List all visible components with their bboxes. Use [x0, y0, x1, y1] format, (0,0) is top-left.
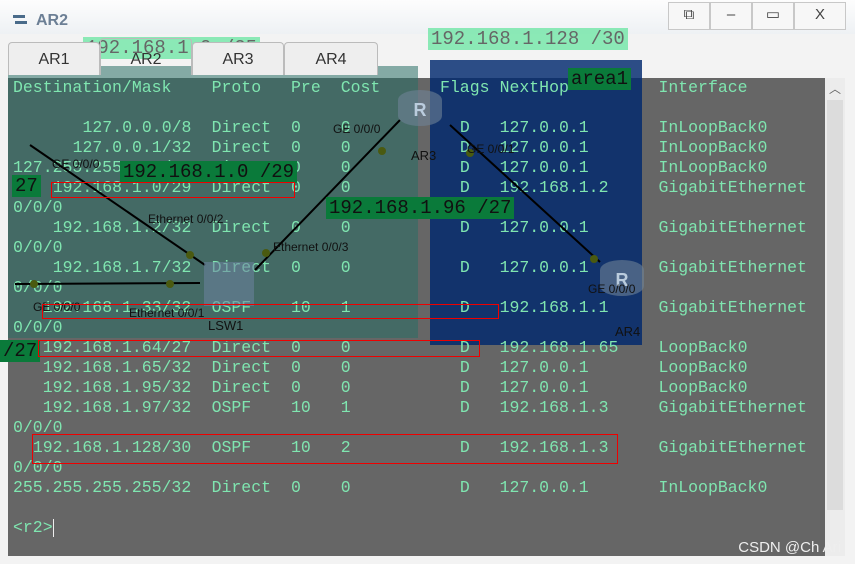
tab-ar2[interactable]: AR2 — [100, 38, 192, 75]
router-icon-ar3[interactable]: R — [398, 90, 442, 126]
highlight-box — [38, 340, 480, 357]
tab-ar4[interactable]: AR4 — [284, 42, 378, 75]
port-label: Ethernet 0/0/3 — [273, 240, 349, 254]
port-label: GE 0/0/1 — [467, 142, 515, 156]
subnet-label: 27 — [12, 175, 41, 197]
port-label: Ethernet 0/0/2 — [148, 212, 224, 226]
watermark: CSDN @Ch Ari — [738, 539, 841, 556]
switch-icon-lsw1[interactable] — [204, 262, 254, 306]
port-label: GE 0/0/0 — [333, 122, 381, 136]
port-dot — [590, 255, 598, 263]
subnet-label: 192.168.1.128 /30 — [428, 28, 628, 50]
port-dot — [166, 280, 174, 288]
tab-ar3[interactable]: AR3 — [192, 42, 284, 75]
device-label-ar3: AR3 — [411, 148, 437, 163]
port-dot — [186, 251, 194, 259]
port-dot — [30, 280, 38, 288]
port-dot — [262, 249, 270, 257]
area-label: area1 — [568, 68, 632, 90]
device-label-lsw1: LSW1 — [208, 318, 244, 333]
device-label-ar4: AR4 — [615, 324, 641, 339]
subnet-label: /27 — [0, 340, 41, 362]
topology-links — [14, 119, 601, 285]
tab-ar1[interactable]: AR1 — [8, 42, 100, 75]
highlight-box — [42, 304, 499, 319]
port-label: GE 0/0/0 — [52, 157, 100, 171]
highlight-box — [51, 182, 295, 198]
subnet-label: 192.168.1.0 /29 — [120, 161, 298, 183]
highlight-box — [32, 434, 618, 464]
subnet-label: 192.168.1.96 /27 — [326, 197, 515, 219]
port-label: GE 0/0/0 — [588, 282, 636, 296]
port-dot — [378, 147, 386, 155]
